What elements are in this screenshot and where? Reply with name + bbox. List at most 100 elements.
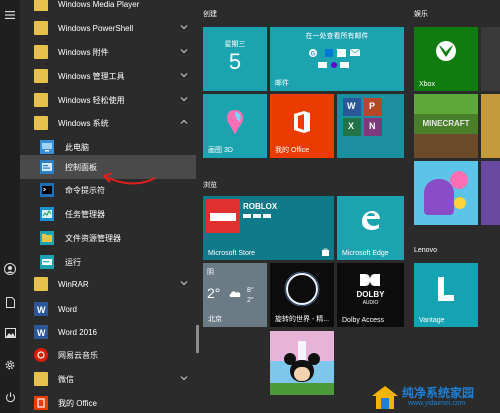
folder-icon — [34, 45, 48, 59]
svg-text:W: W — [37, 328, 46, 338]
folder-icon — [34, 21, 48, 35]
app-windows-accessories[interactable]: Windows 附件 — [20, 40, 196, 64]
xbox-icon — [436, 41, 456, 61]
word-icon: W — [34, 325, 48, 339]
user-icon[interactable] — [0, 258, 20, 280]
left-rail — [0, 0, 20, 413]
cmd-icon — [40, 183, 54, 197]
tile-eclipse-game[interactable]: 旋转的世界 - 精... — [270, 263, 334, 327]
weather-temp: 2° — [207, 285, 221, 301]
calendar-day: 5 — [228, 49, 242, 74]
excel-mini-icon: X — [343, 118, 361, 136]
vantage-logo-icon — [438, 277, 454, 301]
app-netease-music[interactable]: 网易云音乐 — [20, 343, 196, 367]
app-list: Windows Media Player Windows PowerShell … — [20, 0, 196, 413]
folder-icon — [34, 277, 48, 291]
app-windows-media-player[interactable]: Windows Media Player — [20, 0, 196, 16]
tile-my-office[interactable]: 我的 Office — [270, 94, 334, 158]
watermark-text: 纯净系统家园 — [402, 386, 475, 400]
tile-calendar[interactable]: 星期三 5 — [203, 27, 267, 91]
app-windows-ease-of-access[interactable]: Windows 轻松使用 — [20, 88, 196, 112]
tile-microsoft-edge[interactable]: Microsoft Edge — [337, 196, 404, 260]
app-label: WinRAR — [58, 279, 89, 289]
tile-entertainment-clipped-3[interactable] — [481, 161, 500, 225]
app-label: 任务管理器 — [65, 209, 105, 219]
mail-name: 邮件 — [275, 80, 289, 87]
word-icon: W — [34, 302, 48, 316]
app-label: 网易云音乐 — [58, 350, 98, 360]
app-word[interactable]: W Word — [20, 297, 196, 321]
app-run[interactable]: 运行 — [20, 250, 196, 274]
tile-dolby-access[interactable]: DOLBY AUDIO Dolby Access — [337, 263, 404, 327]
tile-minecraft[interactable]: MINECRAFT — [414, 94, 478, 158]
weather-low: 2° — [247, 297, 254, 304]
vantage-name: Vantage — [419, 317, 445, 324]
app-label: 此电脑 — [65, 142, 89, 152]
tile-office-apps-folder[interactable]: W P X N — [337, 94, 404, 158]
chevron-down-icon — [180, 97, 188, 102]
office-name: 我的 Office — [275, 147, 310, 154]
mail-accounts-icons: G — [306, 47, 368, 71]
task-manager-icon — [40, 207, 54, 221]
watermark-url: www.yidaimei.com — [408, 400, 466, 407]
app-label: Windows Media Player — [58, 0, 140, 9]
weather-high: 8° — [247, 287, 254, 294]
tile-mail[interactable]: 在一处查看所有邮件 G 邮件 — [270, 27, 404, 91]
watermark-logo-icon — [372, 386, 398, 409]
app-label: Windows 轻松使用 — [58, 95, 125, 105]
app-file-explorer[interactable]: 文件资源管理器 — [20, 226, 196, 250]
chevron-down-icon — [180, 73, 188, 78]
app-word-2016[interactable]: W Word 2016 — [20, 320, 196, 344]
folder-icon — [34, 372, 48, 386]
tile-paint-3d[interactable]: 画图 3D — [203, 94, 267, 158]
app-label: 运行 — [65, 257, 81, 267]
paint-3d-name: 画图 3D — [208, 147, 233, 154]
chevron-down-icon — [180, 376, 188, 381]
chevron-down-icon — [180, 25, 188, 30]
chevron-down-icon — [180, 281, 188, 286]
folder-icon — [34, 69, 48, 83]
tile-disney-castle[interactable] — [270, 331, 334, 395]
tile-bubble-witch[interactable] — [414, 161, 478, 225]
power-icon[interactable] — [0, 386, 20, 408]
calendar-weekday: 星期三 — [224, 41, 246, 48]
eclipse-ring-icon — [284, 271, 320, 307]
menu-icon[interactable] — [0, 4, 20, 26]
tile-entertainment-clipped-2[interactable] — [481, 94, 500, 158]
app-windows-powershell[interactable]: Windows PowerShell — [20, 16, 196, 40]
edge-icon — [362, 211, 380, 230]
tile-vantage[interactable]: Vantage — [414, 263, 478, 327]
mail-header: 在一处查看所有邮件 — [305, 33, 369, 40]
computer-icon — [40, 140, 54, 154]
edge-name: Microsoft Edge — [342, 250, 389, 257]
app-label: Windows 附件 — [58, 47, 109, 57]
dolby-name: Dolby Access — [342, 317, 385, 324]
powerpoint-mini-icon: P — [364, 98, 382, 116]
app-my-office[interactable]: 我的 Office — [20, 391, 196, 413]
app-task-manager[interactable]: 任务管理器 — [20, 202, 196, 226]
document-icon[interactable] — [0, 291, 20, 313]
dolby-brand: DOLBY — [356, 290, 385, 299]
tile-entertainment-clipped[interactable] — [481, 27, 500, 91]
app-wechat[interactable]: 微信 — [20, 367, 196, 391]
app-label: 文件资源管理器 — [65, 233, 121, 243]
app-winrar[interactable]: WinRAR — [20, 272, 196, 296]
xbox-name: Xbox — [419, 81, 435, 88]
tile-weather[interactable]: 阴 2° 8° 2° 北京 — [203, 263, 267, 327]
roblox-thumbnail — [206, 199, 240, 233]
tile-xbox[interactable]: Xbox — [414, 27, 478, 91]
app-label: 微信 — [58, 374, 74, 384]
scrollbar[interactable] — [196, 325, 199, 353]
app-windows-system[interactable]: Windows 系统 — [20, 111, 196, 135]
file-explorer-icon — [40, 231, 54, 245]
settings-icon[interactable] — [0, 354, 20, 376]
office-icon — [34, 396, 48, 410]
annotation-arrow — [103, 172, 156, 185]
group-label-entertainment: 娱乐 — [414, 11, 428, 18]
app-label: Windows 系统 — [58, 118, 109, 128]
minecraft-title: MINECRAFT — [422, 119, 470, 128]
pictures-icon[interactable] — [0, 322, 20, 344]
svg-text:W: W — [37, 305, 46, 315]
app-windows-admin-tools[interactable]: Windows 管理工具 — [20, 64, 196, 88]
tile-microsoft-store[interactable]: ROBLOX Microsoft Store — [203, 196, 334, 260]
